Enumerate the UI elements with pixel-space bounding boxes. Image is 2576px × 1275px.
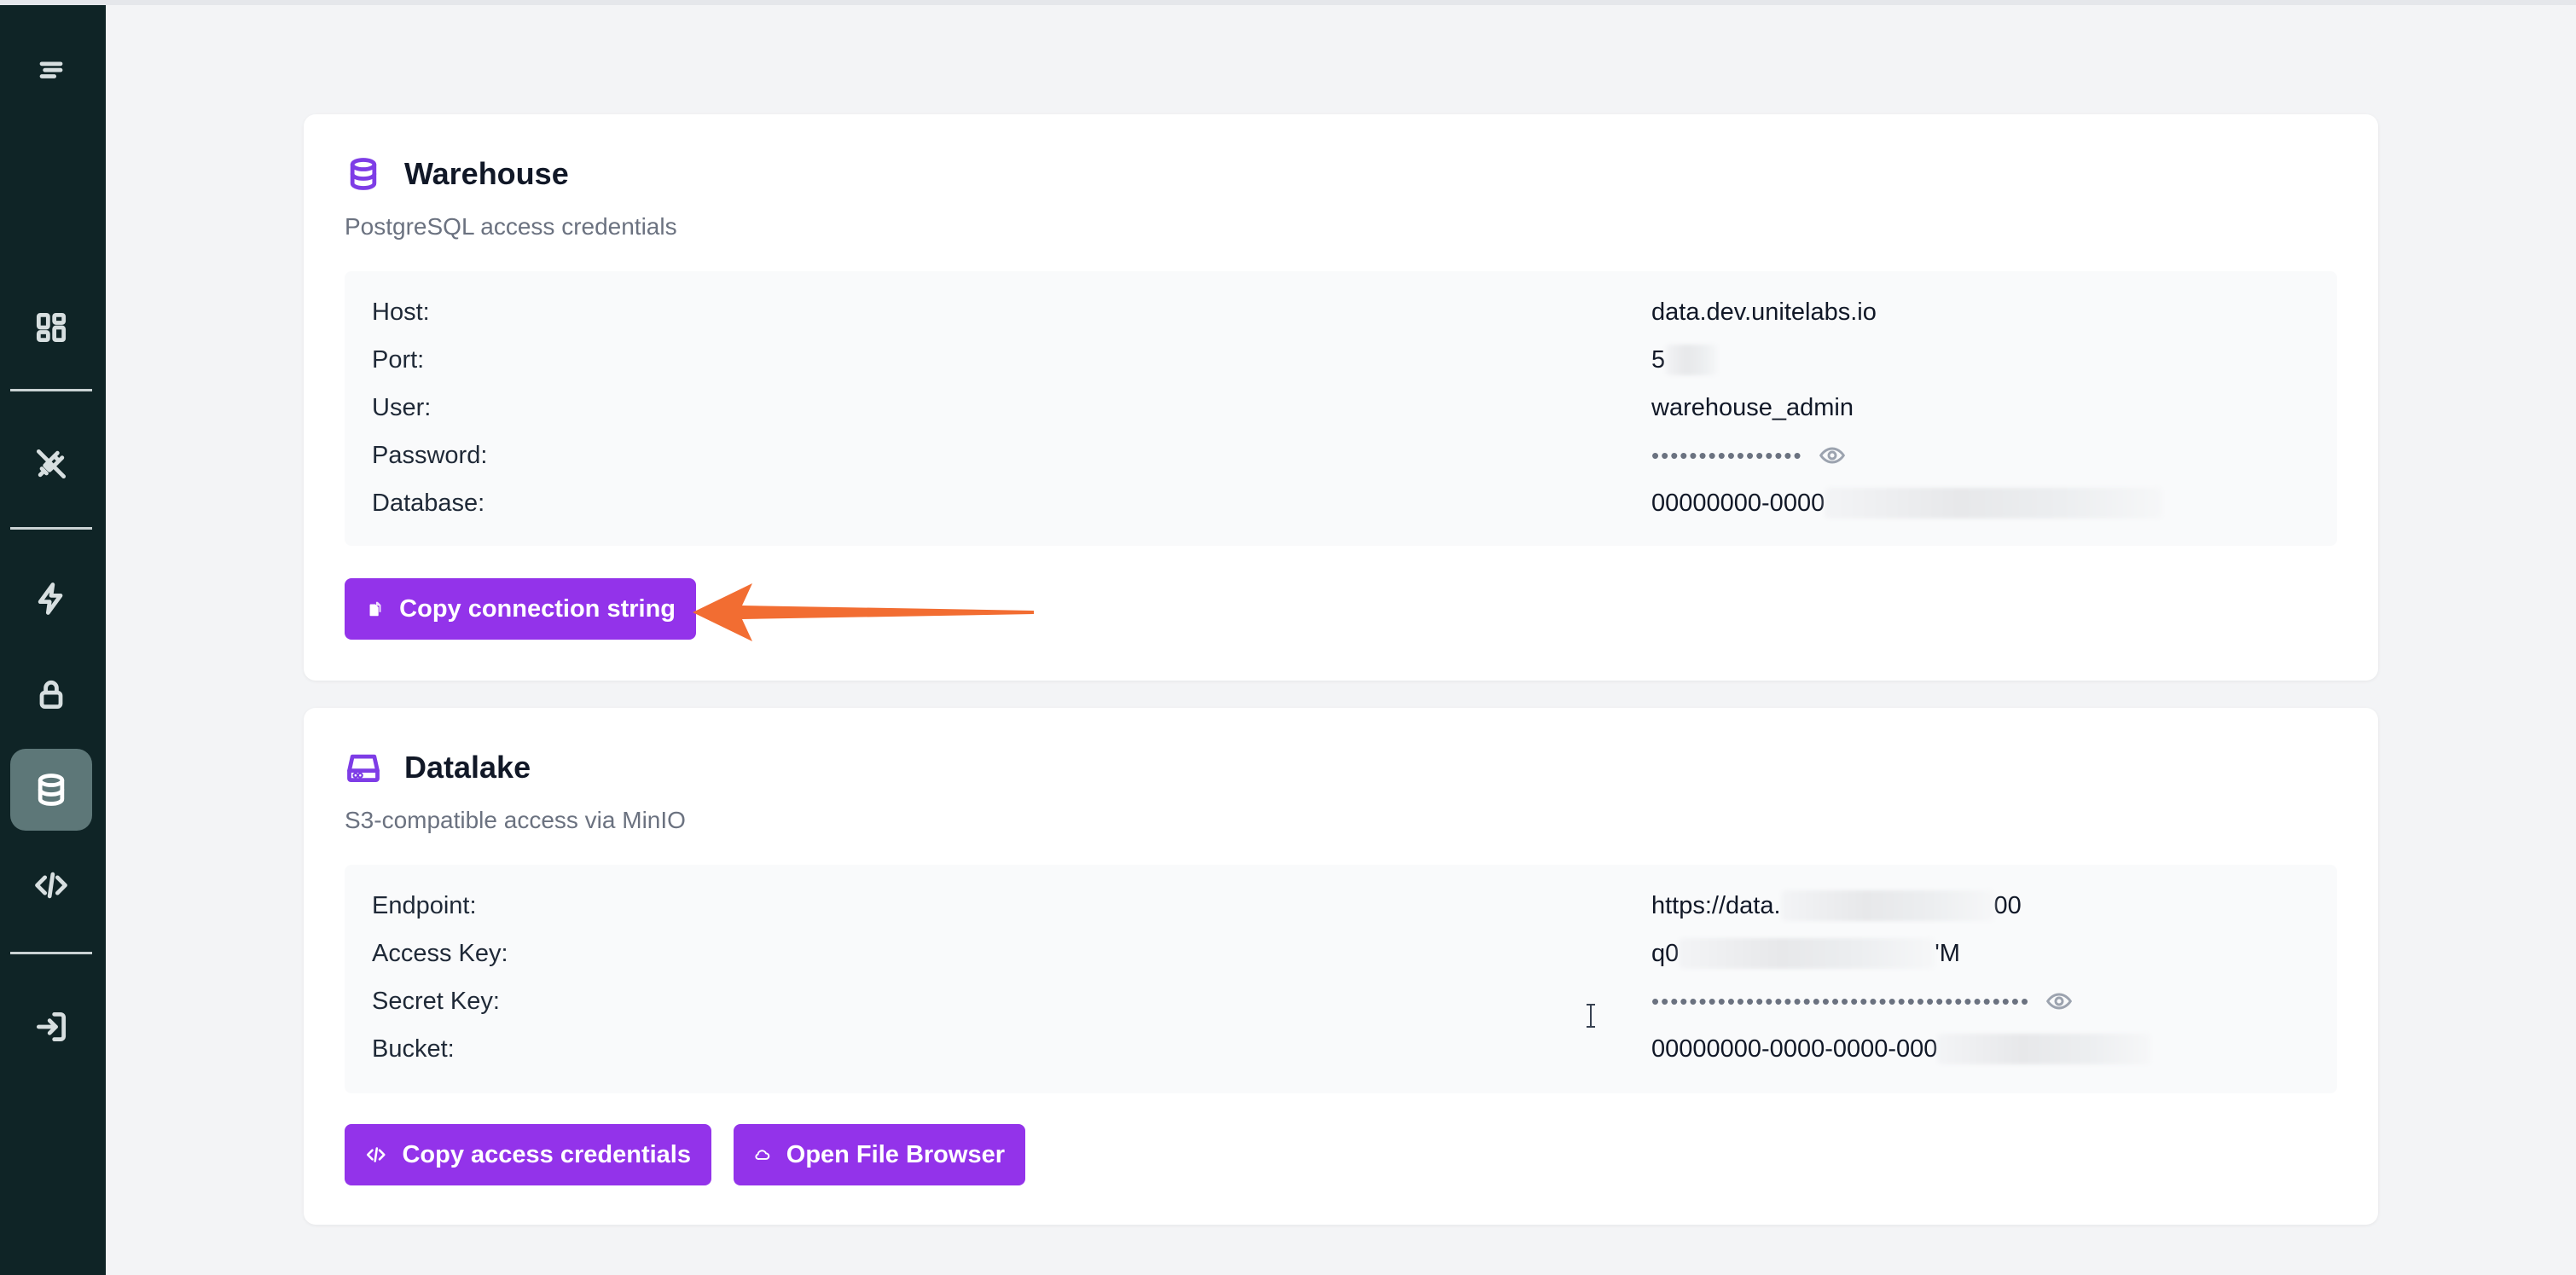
bucket-label: Bucket: — [372, 1034, 455, 1063]
access-key-value-start: q0 — [1651, 939, 1680, 967]
port-value[interactable]: 5 — [1651, 345, 1719, 375]
host-row: Host: data.dev.unitelabs.io — [345, 292, 2337, 333]
warehouse-title: Warehouse — [404, 156, 569, 191]
database-value[interactable]: 00000000-0000 — [1651, 488, 2163, 519]
password-row: Password: •••••••••••••••• — [345, 435, 2337, 476]
top-border — [0, 0, 2576, 5]
user-label: User: — [372, 393, 432, 421]
password-masked: •••••••••••••••• — [1651, 442, 1803, 468]
database-row: Database: 00000000-0000 — [345, 483, 2337, 524]
copy-connection-string-label: Copy connection string — [399, 594, 676, 623]
access-key-label: Access Key: — [372, 939, 508, 967]
redacted-blur — [1780, 890, 1994, 921]
plug-icon[interactable] — [10, 423, 92, 505]
lock-icon[interactable] — [10, 653, 92, 735]
sidebar-divider — [10, 952, 92, 954]
endpoint-value-end: 00 — [1993, 891, 2022, 919]
access-key-value[interactable]: q0 'M — [1651, 938, 1960, 969]
redacted-blur — [1937, 1034, 2151, 1064]
copy-access-credentials-button[interactable]: Copy access credentials — [345, 1124, 711, 1185]
password-value[interactable]: •••••••••••••••• — [1651, 442, 1846, 469]
port-value-text: 5 — [1651, 345, 1666, 374]
warehouse-subtitle: PostgreSQL access credentials — [345, 213, 677, 240]
warehouse-header: Warehouse — [345, 155, 569, 193]
datalake-subtitle: S3-compatible access via MinIO — [345, 807, 686, 833]
open-file-browser-button[interactable]: Open File Browser — [734, 1124, 1025, 1185]
eye-icon[interactable] — [1819, 442, 1846, 469]
datalake-fields: Endpoint: https://data. 00 Access Key: q… — [345, 865, 2337, 1093]
datalake-header: Datalake — [345, 749, 531, 786]
user-row: User: warehouse_admin — [345, 387, 2337, 428]
datalake-card: Datalake S3-compatible access via MinIO … — [304, 708, 2378, 1225]
endpoint-row: Endpoint: https://data. 00 — [345, 885, 2337, 926]
password-label: Password: — [372, 441, 488, 469]
port-label: Port: — [372, 345, 425, 374]
code-icon — [366, 1147, 386, 1162]
dashboard-icon[interactable] — [10, 287, 92, 368]
endpoint-value-start: https://data. — [1651, 891, 1781, 919]
logout-icon[interactable] — [10, 986, 92, 1068]
hard-drive-icon — [347, 754, 380, 783]
database-icon[interactable] — [10, 749, 92, 831]
database-value-text: 00000000-0000 — [1651, 489, 1825, 517]
eye-icon[interactable] — [2045, 988, 2073, 1015]
access-key-value-end: 'M — [1935, 939, 1960, 967]
database-icon — [350, 158, 377, 190]
port-row: Port: 5 — [345, 339, 2337, 380]
secret-key-value[interactable]: •••••••••••••••••••••••••••••••••••••••• — [1651, 988, 2073, 1015]
bucket-row: Bucket: 00000000-0000-0000-000 — [345, 1029, 2337, 1069]
access-key-row: Access Key: q0 'M — [345, 933, 2337, 974]
code-icon[interactable] — [10, 844, 92, 926]
lightning-icon[interactable] — [10, 558, 92, 640]
secret-key-row: Secret Key: ••••••••••••••••••••••••••••… — [345, 981, 2337, 1022]
sidebar — [0, 5, 106, 1275]
sidebar-divider — [10, 527, 92, 530]
copy-connection-string-button[interactable]: Copy connection string — [345, 578, 696, 640]
redacted-blur — [1665, 345, 1719, 375]
user-value[interactable]: warehouse_admin — [1651, 394, 1854, 422]
host-label: Host: — [372, 298, 430, 326]
sidebar-divider — [10, 389, 92, 391]
menu-icon[interactable] — [10, 31, 92, 113]
text-cursor-icon — [1587, 1004, 1595, 1028]
warehouse-fields: Host: data.dev.unitelabs.io Port: 5 User… — [345, 271, 2337, 546]
bucket-value[interactable]: 00000000-0000-0000-000 — [1651, 1034, 2151, 1064]
endpoint-value[interactable]: https://data. 00 — [1651, 890, 2022, 921]
bucket-value-text: 00000000-0000-0000-000 — [1651, 1034, 1938, 1063]
cloud-icon — [755, 1150, 770, 1160]
open-file-browser-label: Open File Browser — [786, 1140, 1005, 1168]
secret-key-masked: •••••••••••••••••••••••••••••••••••••••• — [1651, 988, 2031, 1014]
copy-icon — [369, 601, 381, 617]
redacted-blur — [1679, 938, 1935, 969]
endpoint-label: Endpoint: — [372, 891, 477, 919]
warehouse-card: Warehouse PostgreSQL access credentials … — [304, 114, 2378, 681]
redacted-blur — [1825, 488, 2163, 519]
database-label: Database: — [372, 489, 485, 517]
datalake-title: Datalake — [404, 750, 531, 785]
host-value[interactable]: data.dev.unitelabs.io — [1651, 298, 1877, 327]
secret-key-label: Secret Key: — [372, 987, 500, 1015]
annotation-arrow-icon — [693, 583, 1034, 641]
copy-access-credentials-label: Copy access credentials — [402, 1140, 691, 1168]
